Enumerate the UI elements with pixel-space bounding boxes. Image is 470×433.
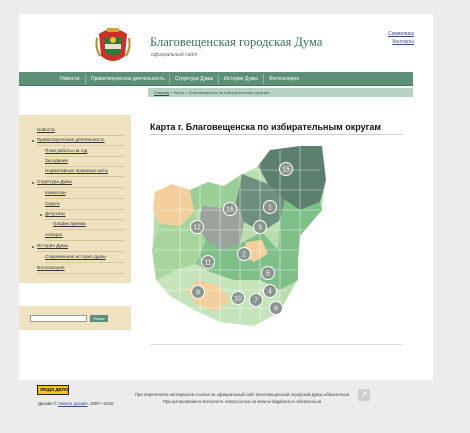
content-divider <box>150 344 403 345</box>
sidebar-divider <box>45 176 125 177</box>
coat-of-arms-icon[interactable] <box>95 26 131 66</box>
page-title: Карта г. Благовещенска по избирательным … <box>150 122 382 132</box>
nav-item-lawmaking[interactable]: Правотворческая деятельность <box>91 76 165 82</box>
footer-note-line-2: При цитировании в Интернете гиперссылка … <box>162 399 322 404</box>
breadcrumb: Главная » Карта г. Благовещенска по изби… <box>154 90 269 95</box>
svg-text:12: 12 <box>193 225 201 232</box>
contacts-link[interactable]: Контакты <box>384 38 414 46</box>
bullet-icon <box>40 214 42 216</box>
district-marker-9[interactable]: 9 <box>191 285 205 299</box>
district-marker-3[interactable]: 3 <box>253 220 267 234</box>
bullet-icon <box>32 182 34 184</box>
breadcrumb-current: » Карта г. Благовещенска по избирательны… <box>170 90 269 95</box>
credit-years: , 2007—2010 <box>87 401 114 406</box>
svg-text:6: 6 <box>274 306 278 313</box>
svg-text:10: 10 <box>234 296 242 303</box>
district-marker-16[interactable]: 16 <box>223 202 237 216</box>
svg-text:16: 16 <box>226 207 234 214</box>
svg-text:15: 15 <box>282 167 290 174</box>
district-marker-6[interactable]: 6 <box>269 301 283 315</box>
footer-note-line-1: При перепечатке материалов ссылка на офи… <box>134 392 350 397</box>
designer-logo[interactable]: ЛЮДИ ДЕЛО <box>37 385 69 395</box>
site-subtitle: официальный сайт <box>151 52 198 58</box>
svg-text:4: 4 <box>268 289 272 296</box>
designer-link[interactable]: Лайкли дизайн <box>58 401 88 406</box>
sidebar-divider <box>37 135 125 136</box>
sidebar-divider <box>37 251 125 252</box>
sidebar-item-districts[interactable]: Округа <box>45 201 60 206</box>
search-input[interactable] <box>30 315 87 322</box>
footer-note: При перепечатке материалов ссылка на офи… <box>128 391 356 405</box>
district-marker-4[interactable]: 4 <box>263 284 277 298</box>
sidebar-item-sessions[interactable]: Заседания <box>45 158 68 163</box>
sidebar-divider <box>37 187 125 188</box>
sidebar-menu: Новости Правотворческая деятельность Пла… <box>19 115 131 283</box>
credit-prefix: Дизайн © <box>38 401 57 406</box>
breadcrumb-home-link[interactable]: Главная <box>154 90 169 95</box>
sidebar-item-lawmaking[interactable]: Правотворческая деятельность <box>37 137 105 142</box>
district-marker-7[interactable]: 7 <box>249 293 263 307</box>
district-marker-12[interactable]: 12 <box>190 220 204 234</box>
nav-item-news[interactable]: Новости <box>60 76 79 82</box>
scroll-top-arrow-icon[interactable]: ↗ <box>358 389 370 401</box>
sidebar-divider <box>53 229 125 230</box>
sidebar-item-work-plan[interactable]: План работы на год <box>45 148 87 153</box>
svg-text:2: 2 <box>242 252 246 259</box>
district-marker-1[interactable]: 1 <box>263 200 277 214</box>
svg-text:7: 7 <box>254 298 258 305</box>
title-divider <box>150 134 403 135</box>
sidebar-item-legal-acts[interactable]: Нормативные правовые акты <box>45 168 108 173</box>
district-marker-5[interactable]: 5 <box>261 266 275 280</box>
nav-separator <box>169 74 170 84</box>
breadcrumb-bar: Главная » Карта г. Благовещенска по изби… <box>148 88 413 97</box>
sidebar-item-history[interactable]: История Думы <box>37 243 68 248</box>
sidebar-item-modern-history[interactable]: Современная история Думы <box>45 254 106 259</box>
sidebar-item-gallery[interactable]: Фотогалерея <box>37 265 65 270</box>
sidebar-divider <box>45 219 125 220</box>
search-panel: Поиск <box>19 306 131 330</box>
designer-logo-text: ЛЮДИ ДЕЛО <box>40 387 69 392</box>
district-map[interactable]: 15 16 1 12 3 2 11 5 9 4 10 7 6 <box>150 140 332 336</box>
nav-item-history[interactable]: История Думы <box>224 76 258 82</box>
bullet-icon <box>32 246 34 248</box>
sidebar-divider <box>45 209 125 210</box>
bullet-icon <box>32 140 34 142</box>
sidebar-divider <box>45 166 125 167</box>
sidebar-item-reception-schedule[interactable]: График приема <box>53 221 86 226</box>
nav-separator <box>218 74 219 84</box>
sidebar-item-news[interactable]: Новости <box>37 127 55 132</box>
sidebar-divider <box>45 156 125 157</box>
district-marker-10[interactable]: 10 <box>231 291 245 305</box>
nav-item-gallery[interactable]: Фотогалерея <box>269 76 299 82</box>
svg-text:11: 11 <box>204 260 211 267</box>
district-marker-15[interactable]: 15 <box>279 162 293 176</box>
header-links: Символика Контакты <box>384 30 414 46</box>
main-nav: Новости Правотворческая деятельность Стр… <box>19 72 413 86</box>
nav-separator <box>85 74 86 84</box>
sidebar-item-structure[interactable]: Структура Думы <box>37 179 72 184</box>
sidebar-divider <box>37 273 125 274</box>
sidebar-divider <box>45 198 125 199</box>
nav-item-structure[interactable]: Структура Думы <box>175 76 213 82</box>
svg-text:1: 1 <box>268 205 272 212</box>
sidebar-item-apparatus[interactable]: Аппарат <box>45 232 63 237</box>
district-marker-11[interactable]: 11 <box>201 255 215 269</box>
sidebar-divider <box>45 240 125 241</box>
design-credit: Дизайн © Лайкли дизайн, 2007—2010 <box>38 401 114 406</box>
search-button[interactable]: Поиск <box>90 315 108 322</box>
nav-separator <box>263 74 264 84</box>
district-marker-2[interactable]: 2 <box>237 247 251 261</box>
svg-text:5: 5 <box>266 271 270 278</box>
site-title: Благовещенская городская Дума <box>150 35 323 49</box>
sidebar-item-commissions[interactable]: Комиссии <box>45 190 66 195</box>
svg-text:9: 9 <box>196 290 200 297</box>
svg-text:3: 3 <box>258 225 262 232</box>
symbolics-link[interactable]: Символика <box>384 30 414 38</box>
sidebar-divider <box>45 262 125 263</box>
sidebar-divider <box>37 145 125 146</box>
sidebar-item-deputies[interactable]: Депутаты <box>45 211 65 216</box>
